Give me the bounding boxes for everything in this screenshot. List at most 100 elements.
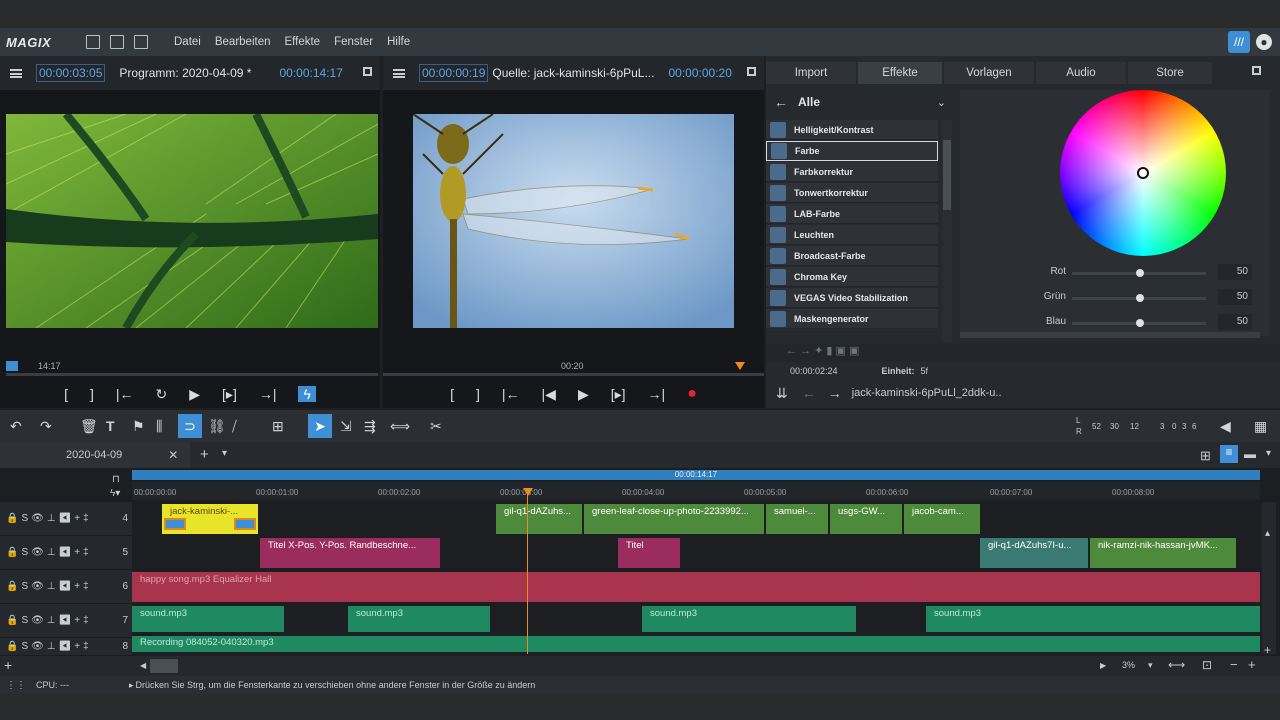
zoom-dropdown-icon[interactable]: ▾ [1148,660,1153,671]
list-item[interactable]: Farbe [766,141,938,161]
clip[interactable]: gil-q1-dAZuhs7I-u... [980,538,1088,568]
clip[interactable]: jacob-cam... [904,504,980,534]
program-playhead-marker[interactable] [6,361,18,371]
source-scrubber[interactable]: 00:20 [383,358,764,376]
open-folder-icon[interactable] [110,35,124,49]
clip[interactable]: Titel X-Pos. Y-Pos. Randbeschne... [260,538,440,568]
mark-out-icon[interactable]: ] [90,386,94,402]
list-item[interactable]: VEGAS Video Stabilization [766,288,938,308]
magix-brand-icon[interactable]: /// [1228,31,1250,53]
source-mark-out-icon[interactable]: ] [476,386,480,402]
undo-icon[interactable]: ↶ [10,418,22,435]
playhead[interactable] [527,490,528,654]
list-item[interactable]: Farbkorrektur [766,162,938,182]
delete-icon[interactable]: 🗑 [80,418,98,435]
next-marker-icon[interactable]: [▸] [222,386,237,403]
pointer-icon[interactable]: ➤ [308,414,332,438]
program-menu-icon[interactable] [10,68,22,78]
h-scroll-thumb[interactable] [150,659,178,673]
slider-rot-handle[interactable] [1136,269,1144,277]
track-add-icon[interactable]: + [1264,643,1271,657]
tab-audio[interactable]: Audio [1036,62,1126,84]
source-timecode[interactable]: 00:00:00:19 [419,64,489,82]
track-controls-icon[interactable]: 🔒S👁⊥◀+‡ [6,513,92,524]
scroll-left-icon[interactable]: ◀ [140,661,146,670]
mixer-icon[interactable]: ▦ [1254,418,1267,435]
slider-gruen-handle[interactable] [1136,294,1144,302]
track-header-8[interactable]: 🔒S👁⊥◀+‡ 8 [0,638,132,656]
audio-clip[interactable]: sound.mp3 [348,606,490,632]
tab-dropdown-icon[interactable]: ▾ [222,448,227,459]
source-menu-icon[interactable] [393,68,405,78]
source-go-start-icon[interactable]: |← [502,386,520,402]
zoom-fit-icon[interactable]: ⟷ [1168,658,1185,672]
layout-list-icon[interactable]: ≡ [1220,445,1238,463]
track-header-4[interactable]: 🔒S👁⊥◀+‡ 4 [0,502,132,536]
settings-h-scrollbar[interactable] [960,332,1260,338]
program-scrub-track[interactable] [6,373,378,376]
zoom-frame-icon[interactable]: ⊡ [1202,658,1212,672]
audio-clip[interactable]: happy song.mp3 Equalizer Hall [132,572,1260,602]
menu-fenster[interactable]: Fenster [334,36,373,48]
insert-icon[interactable]: ⊞ [272,418,284,435]
select-range-icon[interactable]: ⇲ [340,418,352,435]
link-icon[interactable]: ⛓ [208,418,226,435]
source-next-marker-icon[interactable]: [▸] [611,386,626,403]
track-controls-icon[interactable]: 🔒S👁⊥◀+‡ [6,615,92,626]
timeline-v-scrollbar[interactable] [1262,502,1276,654]
menu-datei[interactable]: Datei [174,36,201,48]
unit-value[interactable]: 5f [921,366,929,376]
back-arrow-icon[interactable]: ← [774,94,788,110]
list-item[interactable]: Leuchten [766,225,938,245]
layout-grid-icon[interactable]: ⊞ [1200,448,1211,464]
source-prev-frame-icon[interactable]: |◀ [542,386,556,403]
close-icon[interactable]: ✕ [168,448,178,462]
clip[interactable]: samuel-... [766,504,828,534]
time-ruler[interactable]: 00:00:00:00 00:00:01:00 00:00:02:00 00:0… [132,482,1260,500]
source-go-end-icon[interactable]: →| [648,386,666,402]
program-timecode[interactable]: 00:00:03:05 [36,64,106,82]
list-item[interactable]: Maskengenerator [766,309,938,329]
clip[interactable]: jack-kaminski-... [162,504,258,534]
tab-effekte[interactable]: Effekte [858,62,942,84]
zoom-in-icon[interactable]: + [1248,657,1256,672]
panel-maximize-icon[interactable] [1252,66,1261,75]
add-track-icon[interactable]: + [4,657,12,673]
source-play-icon[interactable]: ▶ [578,386,589,403]
source-playhead-marker[interactable] [735,362,745,370]
play-icon[interactable]: ▶ [189,386,200,403]
loop-icon[interactable]: ↻ [156,386,168,403]
slider-blau-handle[interactable] [1136,319,1144,327]
settings-disc-icon[interactable]: ● [1256,34,1272,50]
track-options-icon[interactable]: ϟ▾ [110,488,120,499]
keyframe-timecode[interactable]: 00:00:02:24 [790,366,838,376]
save-icon[interactable] [134,35,148,49]
title-icon[interactable]: T [106,418,115,434]
select-track-icon[interactable]: ⇶ [364,418,376,435]
tab-project[interactable]: 2020-04-09 ✕ [0,442,190,468]
clip[interactable]: usgs-GW... [830,504,902,534]
audio-clip[interactable]: sound.mp3 [926,606,1260,632]
add-tab-icon[interactable]: + [200,446,209,463]
audio-clip[interactable]: sound.mp3 [132,606,284,632]
program-maximize-icon[interactable] [363,67,372,76]
mark-in-icon[interactable]: [ [64,386,68,402]
scroll-up-icon[interactable]: ▴ [1265,528,1270,539]
unlink-icon[interactable]: ⧸ [232,418,237,435]
clip[interactable]: Titel [618,538,680,568]
slider-blau[interactable]: Blau 50 [1016,314,1266,332]
clip[interactable]: green-leaf-close-up-photo-2233992... [584,504,764,534]
slider-rot[interactable]: Rot 50 [1016,264,1266,282]
color-wheel-handle[interactable] [1137,167,1149,179]
redo-icon[interactable]: ↷ [40,418,52,435]
audio-clip[interactable]: Recording 084052-040320.mp3 [132,636,1260,652]
track-header-5[interactable]: 🔒S👁⊥◀+‡ 5 [0,536,132,570]
tab-import[interactable]: Import [766,62,856,84]
range-bar[interactable]: 00:00:14:17 [132,470,1260,480]
clip[interactable]: nik-ramzi-nik-hassan-jvMK... [1090,538,1236,568]
scroll-right-icon[interactable]: ▶ [1100,661,1106,670]
list-item[interactable]: Helligkeit/Kontrast [766,120,938,140]
storyboard-icon[interactable]: ▬ [1244,447,1256,461]
scissors-icon[interactable]: ✂ [430,418,442,435]
source-maximize-icon[interactable] [747,67,756,76]
